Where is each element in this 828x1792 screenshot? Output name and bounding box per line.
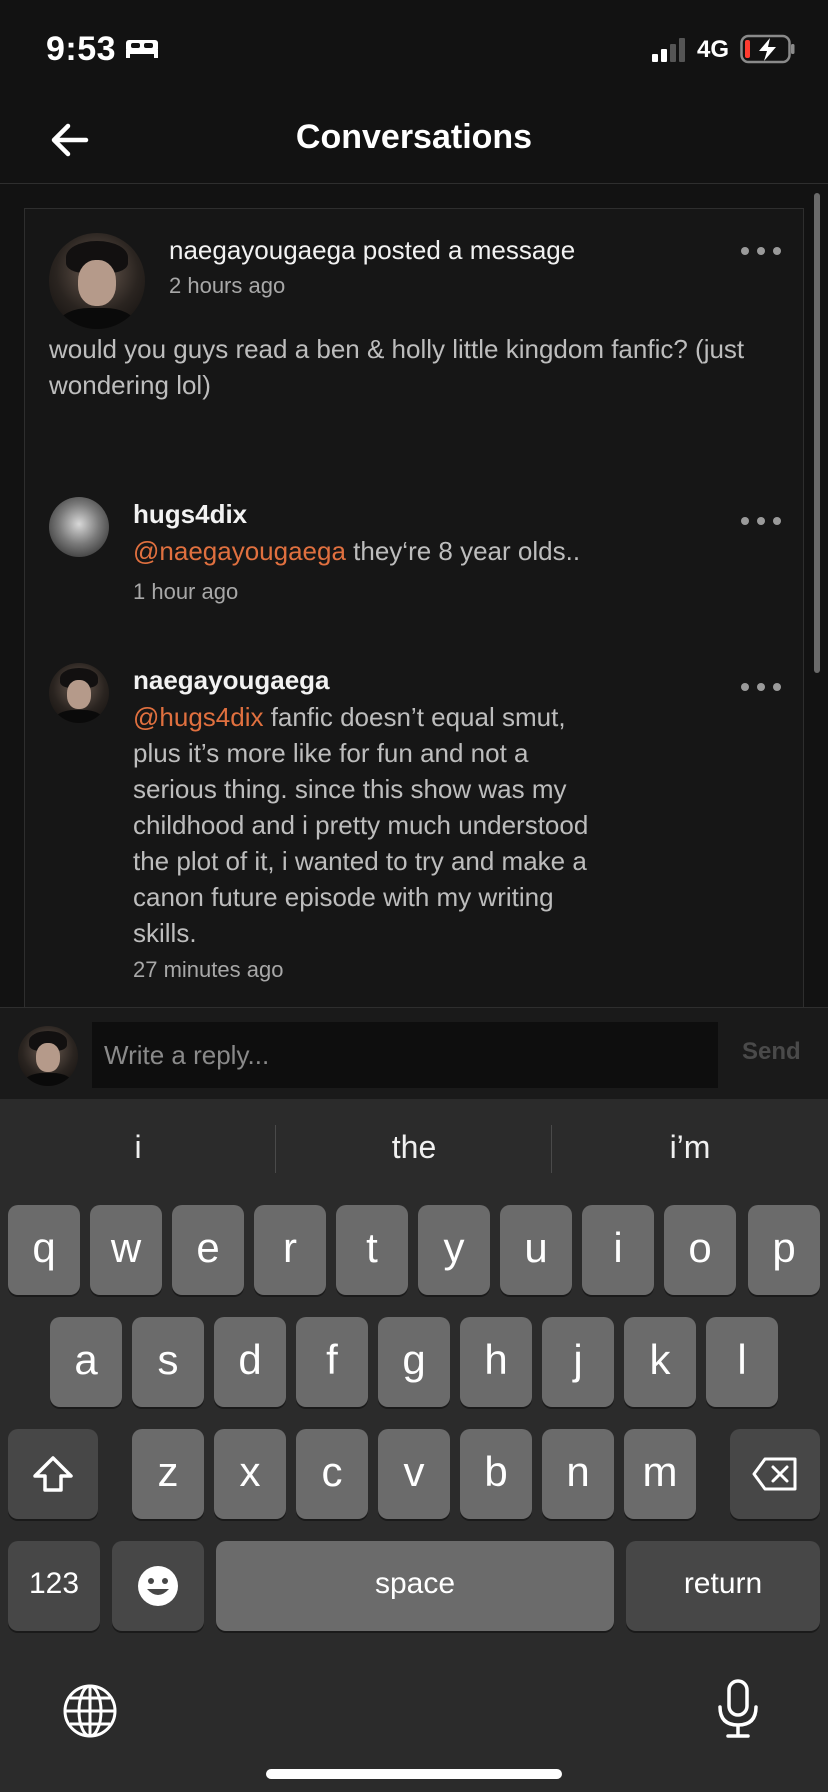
header: Conversations (0, 96, 828, 184)
return-key[interactable]: return (626, 1541, 820, 1631)
key-f[interactable]: f (296, 1317, 368, 1407)
comment-author[interactable]: naegayougaega (133, 665, 330, 696)
key-l[interactable]: l (706, 1317, 778, 1407)
emoji-key[interactable] (112, 1541, 204, 1631)
key-b[interactable]: b (460, 1429, 532, 1519)
reply-input[interactable] (92, 1022, 718, 1088)
key-j[interactable]: j (542, 1317, 614, 1407)
suggestion-item[interactable]: i’m (552, 1129, 828, 1166)
network-label: 4G (697, 36, 730, 63)
key-o[interactable]: o (664, 1205, 736, 1295)
numbers-key[interactable]: 123 (8, 1541, 100, 1631)
key-p[interactable]: p (748, 1205, 820, 1295)
comment-timestamp: 27 minutes ago (133, 957, 284, 982)
suggestion-item[interactable]: the (276, 1129, 552, 1166)
key-d[interactable]: d (214, 1317, 286, 1407)
mention-link[interactable]: @naegayougaega (133, 536, 346, 566)
key-c[interactable]: c (296, 1429, 368, 1519)
comment-author[interactable]: hugs4dix (133, 499, 247, 530)
keyboard: i the i’m q w e r t y u i o p a s d f g … (0, 1099, 828, 1792)
key-e[interactable]: e (172, 1205, 244, 1295)
emoji-icon (138, 1566, 178, 1606)
backspace-key[interactable] (730, 1429, 820, 1519)
key-n[interactable]: n (542, 1429, 614, 1519)
conversation-thread[interactable]: naegayougaega posted a message 2 hours a… (0, 185, 828, 1007)
microphone-icon[interactable] (716, 1679, 760, 1739)
key-s[interactable]: s (132, 1317, 204, 1407)
avatar[interactable] (49, 663, 109, 723)
page-title: Conversations (295, 118, 533, 156)
reply-bar: Send (0, 1007, 828, 1099)
more-options-icon[interactable] (741, 681, 781, 693)
key-r[interactable]: r (254, 1205, 326, 1295)
shift-key[interactable] (8, 1429, 98, 1519)
key-k[interactable]: k (624, 1317, 696, 1407)
scrollbar[interactable] (814, 193, 820, 673)
space-key[interactable]: space (216, 1541, 614, 1631)
globe-icon[interactable] (62, 1683, 118, 1739)
comment-timestamp: 1 hour ago (133, 579, 239, 604)
key-x[interactable]: x (214, 1429, 286, 1519)
post-timestamp: 2 hours ago (169, 273, 286, 298)
battery-charging-icon (740, 34, 795, 64)
signal-icon (652, 38, 685, 62)
suggestion-bar: i the i’m (0, 1099, 828, 1195)
mention-link[interactable]: @hugs4dix (133, 702, 263, 732)
key-q[interactable]: q (8, 1205, 80, 1295)
avatar (18, 1026, 78, 1086)
comment-text: @hugs4dix fanfic doesn’t equal smut, plu… (133, 699, 613, 951)
key-z[interactable]: z (132, 1429, 204, 1519)
comment-body: they‘re 8 year olds.. (345, 536, 581, 566)
key-h[interactable]: h (460, 1317, 532, 1407)
key-v[interactable]: v (378, 1429, 450, 1519)
key-u[interactable]: u (500, 1205, 572, 1295)
key-w[interactable]: w (90, 1205, 162, 1295)
avatar[interactable] (49, 497, 109, 557)
key-t[interactable]: t (336, 1205, 408, 1295)
status-bar: 9:53 4G (0, 0, 828, 96)
comment-body: fanfic doesn’t equal smut, plus it’s mor… (133, 702, 589, 948)
suggestion-item[interactable]: i (0, 1129, 276, 1166)
key-g[interactable]: g (378, 1317, 450, 1407)
post-author[interactable]: naegayougaega posted a message (169, 235, 575, 266)
shift-icon (33, 1456, 73, 1492)
send-button[interactable]: Send (742, 1038, 801, 1066)
bed-icon (126, 40, 158, 58)
status-time: 9:53 (46, 30, 117, 68)
post-card: naegayougaega posted a message 2 hours a… (24, 208, 804, 1007)
key-y[interactable]: y (418, 1205, 490, 1295)
avatar[interactable] (49, 233, 145, 329)
key-i[interactable]: i (582, 1205, 654, 1295)
home-indicator[interactable] (266, 1769, 562, 1779)
comment-text: @naegayougaega they‘re 8 year olds.. (133, 533, 613, 569)
more-options-icon[interactable] (741, 245, 781, 257)
post-body: would you guys read a ben & holly little… (49, 334, 745, 400)
backspace-icon (752, 1457, 797, 1491)
key-a[interactable]: a (50, 1317, 122, 1407)
more-options-icon[interactable] (741, 515, 781, 527)
key-m[interactable]: m (624, 1429, 696, 1519)
